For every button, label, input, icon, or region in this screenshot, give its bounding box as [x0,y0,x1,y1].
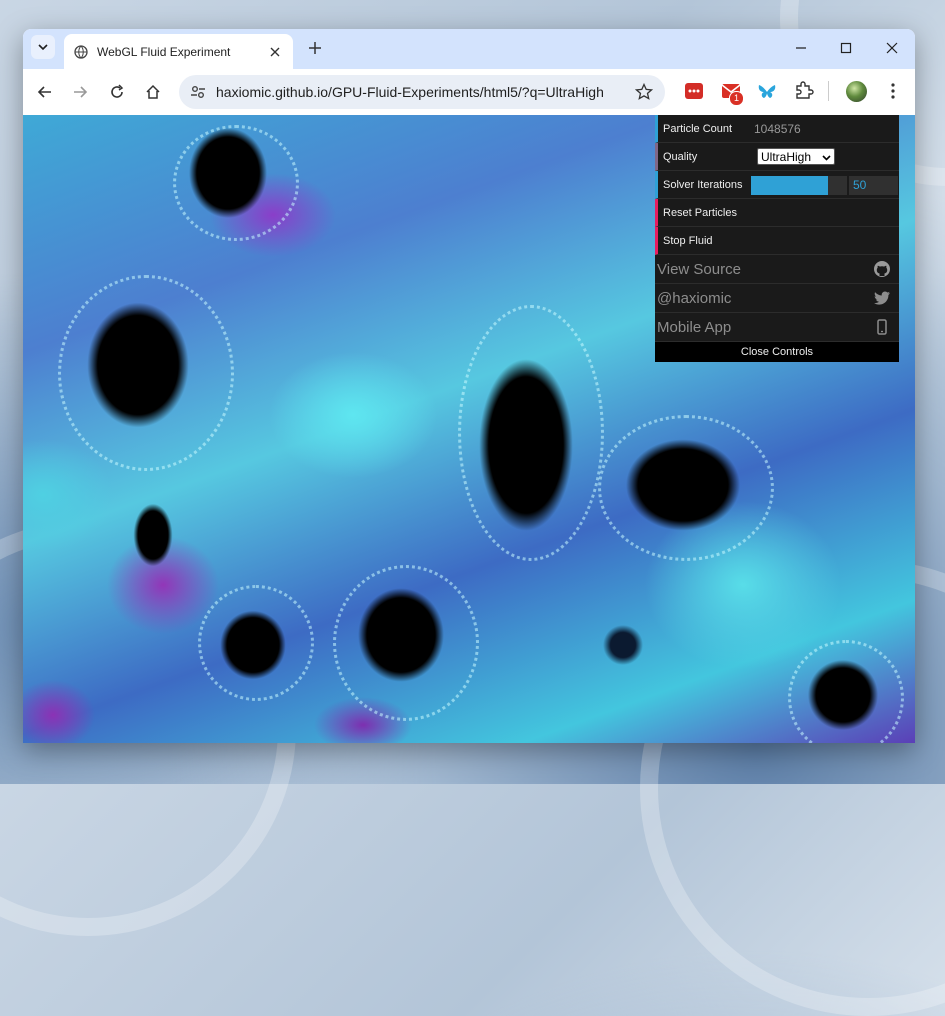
swirl-decoration [173,125,299,241]
slider-fill [751,176,828,195]
arrow-left-icon [37,86,51,98]
tab-title: WebGL Fluid Experiment [97,44,231,59]
more-menu-icon[interactable] [882,80,904,102]
maximize-icon [840,42,852,54]
view-source-link[interactable]: View Source [655,255,899,284]
swirl-decoration [458,305,604,561]
mobile-app-link[interactable]: Mobile App [655,313,899,342]
quality-select[interactable]: UltraHigh [757,148,835,165]
browser-toolbar: haxiomic.github.io/GPU-Fluid-Experiments… [23,69,915,116]
close-icon [886,42,898,54]
swirl-decoration [598,415,774,561]
quality-row: Quality UltraHigh [655,143,899,171]
solver-iterations-row: Solver Iterations 50 [655,171,899,199]
bluesky-extension-icon[interactable] [756,80,778,102]
reload-button[interactable] [105,80,129,104]
back-button[interactable] [33,80,57,104]
mobile-icon [877,319,887,335]
minimize-button[interactable] [789,37,813,59]
quality-selected-value: UltraHigh [761,149,812,164]
swirl-decoration [333,565,479,721]
twitter-link[interactable]: @haxiomic [655,284,899,313]
notification-badge: 1 [729,91,744,106]
browser-window: WebGL Fluid Experiment haxiomic.github.i… [23,29,915,743]
tab-strip: WebGL Fluid Experiment [23,29,915,69]
github-icon [874,261,890,277]
chevron-down-icon [38,44,48,51]
mobile-app-label: Mobile App [657,318,732,336]
close-window-button[interactable] [880,37,904,59]
controls-panel: Particle Count 1048576 Quality UltraHigh… [655,115,899,362]
tab-search-button[interactable] [31,35,55,59]
maximize-button[interactable] [834,37,858,59]
quality-label: Quality [663,150,698,163]
particle-count-label: Particle Count [663,122,733,135]
twitter-icon [874,291,890,305]
reload-icon [111,84,124,98]
new-tab-button[interactable] [305,38,325,58]
star-icon[interactable] [635,83,653,101]
profile-avatar[interactable] [846,81,867,102]
solver-iterations-label: Solver Iterations [663,178,743,191]
swirl-decoration [788,640,904,743]
stop-fluid-label: Stop Fluid [663,234,713,247]
solver-iterations-input[interactable]: 50 [849,176,898,195]
twitter-label: @haxiomic [657,289,732,307]
solver-iterations-slider[interactable] [751,176,847,195]
swirl-decoration [58,275,234,471]
particle-count-row: Particle Count 1048576 [655,115,899,143]
home-icon [146,84,160,99]
mail-extension[interactable]: 1 [720,80,746,106]
forward-button[interactable] [68,80,92,104]
stop-fluid-button[interactable]: Stop Fluid [655,227,899,255]
view-source-label: View Source [657,260,741,278]
extensions-puzzle-icon[interactable] [792,80,814,102]
close-controls-button[interactable]: Close Controls [655,342,899,362]
plus-icon [309,42,321,54]
tab-active[interactable]: WebGL Fluid Experiment [64,34,293,69]
chevron-down-icon [822,155,831,161]
tab-close-button[interactable] [267,44,283,60]
site-settings-icon[interactable] [189,83,207,101]
globe-icon [74,44,88,59]
lastpass-extension-icon[interactable] [683,80,705,102]
home-button[interactable] [141,80,165,104]
address-bar[interactable]: haxiomic.github.io/GPU-Fluid-Experiments… [179,75,665,109]
reset-particles-button[interactable]: Reset Particles [655,199,899,227]
close-icon [270,47,280,56]
swirl-decoration [198,585,314,701]
arrow-right-icon [74,86,88,98]
page-content: Particle Count 1048576 Quality UltraHigh… [23,115,915,743]
particle-count-value: 1048576 [754,121,801,136]
minimize-icon [796,47,806,49]
toolbar-divider [828,81,829,101]
url-text: haxiomic.github.io/GPU-Fluid-Experiments… [216,84,604,100]
reset-particles-label: Reset Particles [663,206,737,219]
